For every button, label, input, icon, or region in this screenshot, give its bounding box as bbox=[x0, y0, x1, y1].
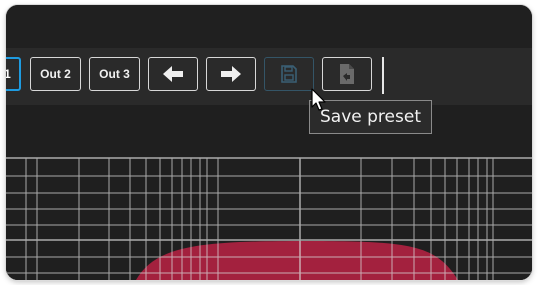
out-3-label: Out 3 bbox=[99, 67, 130, 81]
tooltip-text: Save preset bbox=[320, 107, 421, 127]
save-preset-button[interactable] bbox=[264, 57, 314, 91]
title-bar bbox=[6, 5, 532, 48]
out-3-button[interactable]: Out 3 bbox=[89, 57, 140, 91]
save-disk-icon bbox=[281, 65, 297, 83]
out-1-button[interactable]: 1 bbox=[6, 57, 21, 91]
next-button[interactable] bbox=[206, 57, 256, 91]
save-preset-tooltip: Save preset bbox=[309, 100, 432, 134]
out-2-button[interactable]: Out 2 bbox=[30, 57, 81, 91]
arrow-right-icon bbox=[221, 66, 241, 82]
out-1-label: 1 bbox=[6, 67, 11, 81]
toolbar: 1 Out 2 Out 3 bbox=[6, 48, 532, 105]
plot-canvas bbox=[6, 105, 532, 280]
load-preset-button[interactable] bbox=[322, 57, 372, 91]
response-plot[interactable] bbox=[6, 105, 532, 280]
toolbar-separator bbox=[382, 57, 384, 94]
app-window: 1 Out 2 Out 3 Save preset bbox=[6, 5, 532, 280]
out-2-label: Out 2 bbox=[40, 67, 71, 81]
arrow-left-icon bbox=[163, 66, 183, 82]
previous-button[interactable] bbox=[148, 57, 198, 91]
load-file-icon bbox=[340, 64, 354, 84]
mouse-cursor-icon bbox=[311, 88, 326, 111]
